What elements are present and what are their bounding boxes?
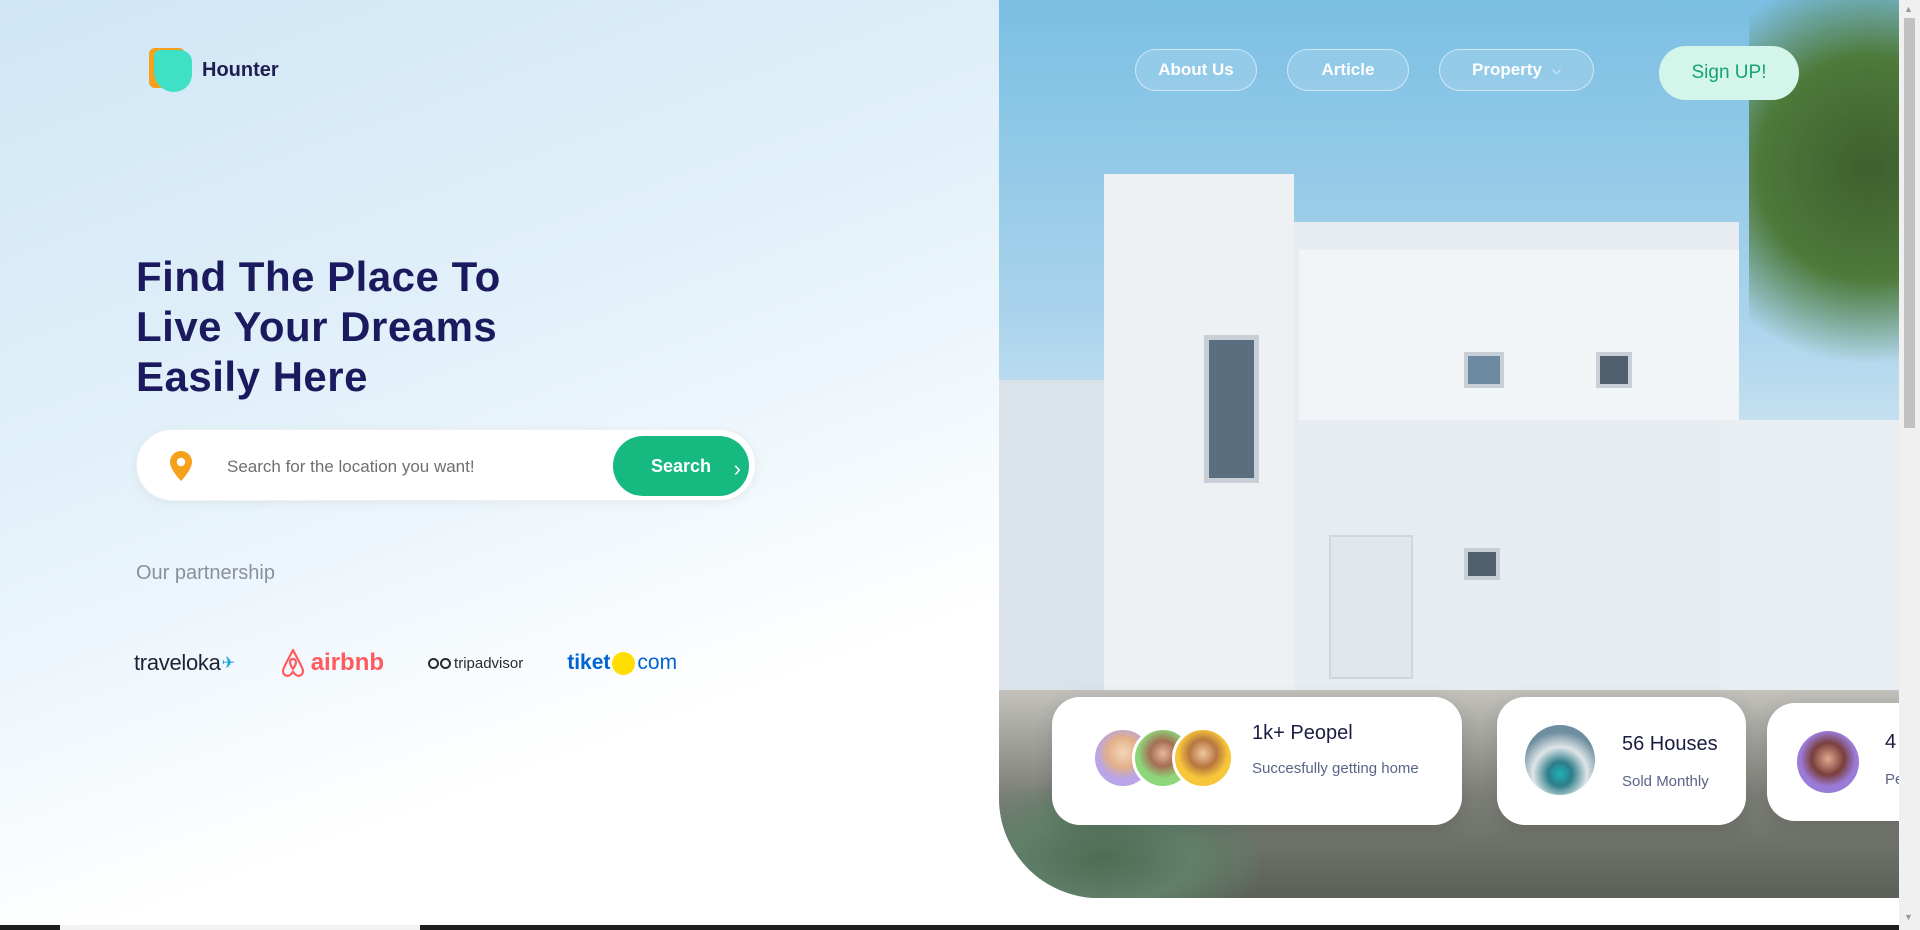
- partner-tripadvisor: tripadvisor: [428, 655, 523, 672]
- partner-logos: traveloka ✈ airbnb tripadvisor tiket com: [134, 648, 721, 678]
- hero-heading-line: Live Your Dreams: [136, 303, 498, 350]
- chevron-right-icon: ›: [733, 456, 741, 481]
- scroll-down-icon[interactable]: ▼: [1904, 912, 1913, 922]
- tiket-logo-text: tiket: [567, 651, 611, 674]
- chevron-down-icon: ⌵: [1551, 62, 1562, 77]
- stat-card-people: 1k+ Peopel Succesfully getting home: [1052, 697, 1462, 825]
- vertical-scrollbar[interactable]: ▲ ▼: [1899, 0, 1920, 930]
- search-button[interactable]: Search ›: [613, 436, 749, 496]
- house-thumbnail: [1525, 725, 1595, 795]
- bottom-bar: [0, 925, 1899, 930]
- search-input[interactable]: [225, 448, 629, 486]
- nav-property-label: Property: [1471, 60, 1542, 79]
- tiket-logo-suffix: com: [637, 651, 678, 674]
- airbnb-logo-text: airbnb: [310, 649, 385, 676]
- search-button-label: Search: [650, 455, 712, 476]
- tripadvisor-logo-text: tripadvisor: [454, 654, 524, 672]
- nav-article[interactable]: Article: [1287, 49, 1409, 91]
- signup-button[interactable]: Sign UP!: [1659, 46, 1799, 100]
- partner-airbnb: airbnb: [279, 648, 384, 678]
- stat-card-houses: 56 Houses Sold Monthly: [1497, 697, 1746, 825]
- hero-heading-line: Easily Here: [136, 353, 368, 400]
- stat-subtitle: Sold Monthly: [1622, 773, 1709, 790]
- location-pin-icon: [170, 451, 192, 481]
- logo-icon: [148, 47, 194, 93]
- stat-title: 1k+ Peopel: [1252, 722, 1353, 744]
- avatar: [1172, 727, 1234, 789]
- stat-card-partial: 4 Pe: [1767, 703, 1920, 821]
- partner-tiket: tiket com: [567, 651, 677, 675]
- partner-traveloka: traveloka ✈: [134, 650, 235, 676]
- stat-title: 56 Houses: [1622, 733, 1718, 755]
- scroll-up-icon[interactable]: ▲: [1904, 4, 1913, 14]
- tiket-dot-icon: [612, 651, 636, 675]
- traveloka-bird-icon: ✈: [221, 655, 235, 672]
- stat-subtitle: Succesfully getting home: [1252, 760, 1419, 777]
- nav-property[interactable]: Property ⌵: [1439, 49, 1594, 91]
- brand-name: Hounter: [202, 58, 279, 81]
- hero-heading: Find The Place To Live Your Dreams Easil…: [136, 252, 636, 402]
- hero-heading-line: Find The Place To: [136, 253, 501, 300]
- airbnb-icon: [281, 648, 304, 677]
- brand-logo[interactable]: Hounter: [148, 47, 279, 93]
- partnership-label: Our partnership: [136, 562, 275, 584]
- tripadvisor-owl-icon: [428, 657, 452, 669]
- search-bar: Search ›: [136, 429, 756, 501]
- traveloka-logo-text: traveloka: [134, 650, 221, 675]
- scrollbar-thumb[interactable]: [1904, 18, 1915, 428]
- avatar: [1797, 731, 1859, 793]
- stat-title: 4: [1885, 731, 1897, 753]
- nav-about-us[interactable]: About Us: [1135, 49, 1257, 91]
